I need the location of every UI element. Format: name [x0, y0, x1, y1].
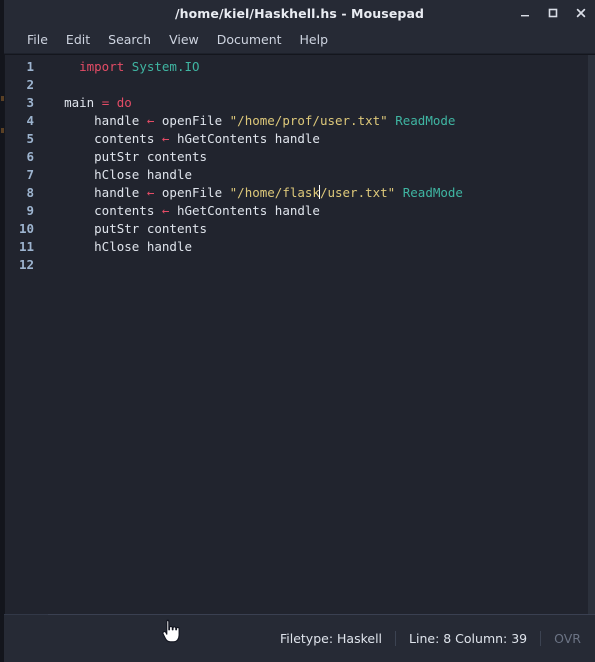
code-token-plain: contents	[94, 131, 155, 146]
editor-area: 1 2 3 4 5 6 7 8 9 10 11 12 import System.IO main = …	[4, 54, 595, 614]
code-token-plain: handle	[94, 113, 140, 128]
code-token-type: ReadMode	[395, 113, 456, 128]
code-token-plain: putStr contents	[94, 149, 208, 164]
code-token-kw: do	[116, 95, 132, 110]
code-token-plain: handle	[94, 185, 140, 200]
status-bar-separator	[48, 614, 595, 615]
code-token-str: /user.txt"	[319, 185, 396, 200]
code-line: import System.IO	[49, 58, 595, 76]
code-token-kw: import	[79, 59, 125, 74]
window-controls	[518, 0, 588, 26]
menu-item-help[interactable]: Help	[291, 30, 338, 49]
code-token-str: "/home/flask	[229, 185, 320, 200]
title-bar: /home/kiel/Haskhell.hs - Mousepad	[4, 0, 595, 26]
status-overwrite-mode[interactable]: OVR	[541, 631, 581, 646]
code-token-plain: main	[64, 95, 95, 110]
menu-item-document[interactable]: Document	[208, 30, 291, 49]
code-line: hClose handle	[49, 238, 595, 256]
menu-item-edit[interactable]: Edit	[57, 30, 99, 49]
code-token-type: ReadMode	[402, 185, 463, 200]
code-line: handle ← openFile "/home/flask/user.txt"…	[49, 184, 595, 202]
menu-item-search[interactable]: Search	[99, 30, 160, 49]
code-text-area[interactable]: import System.IO main = do handle ← open…	[41, 55, 595, 614]
line-number-gutter: 1 2 3 4 5 6 7 8 9 10 11 12	[5, 55, 41, 614]
mousepad-window: /home/kiel/Haskhell.hs - Mousepad File E…	[0, 0, 595, 662]
vertical-scrollbar[interactable]	[588, 55, 595, 614]
menu-bar: File Edit Search View Document Help	[4, 26, 595, 54]
minimize-icon[interactable]	[518, 6, 532, 20]
maximize-icon[interactable]	[546, 6, 560, 20]
code-token-plain: openFile	[154, 113, 230, 128]
line-number: 6	[26, 149, 34, 164]
line-number: 1	[26, 59, 34, 74]
line-number: 7	[26, 167, 34, 182]
status-bar-group: Filetype: Haskell Line: 8 Column: 39 OVR	[267, 631, 581, 646]
close-icon[interactable]	[574, 6, 588, 20]
code-line: putStr contents	[49, 220, 595, 238]
line-number: 5	[26, 131, 34, 146]
code-token-str: "/home/prof/user.txt"	[229, 113, 388, 128]
line-number: 4	[26, 113, 34, 128]
line-number: 10	[18, 221, 34, 236]
code-line: hClose handle	[49, 166, 595, 184]
code-token-plain: hGetContents handle	[169, 203, 320, 218]
code-line: main = do	[49, 94, 595, 112]
code-token-plain: hClose handle	[94, 239, 192, 254]
line-number: 9	[26, 203, 34, 218]
line-number: 8	[26, 185, 34, 200]
code-line: putStr contents	[49, 148, 595, 166]
code-token-plain: hClose handle	[94, 167, 192, 182]
code-token-type: System.IO	[131, 59, 200, 74]
code-token-plain: putStr contents	[94, 221, 208, 236]
status-bar: Filetype: Haskell Line: 8 Column: 39 OVR	[4, 614, 595, 662]
code-token-plain: contents	[94, 203, 155, 218]
code-line: contents ← hGetContents handle	[49, 130, 595, 148]
window-title: /home/kiel/Haskhell.hs - Mousepad	[174, 5, 425, 21]
line-number: 12	[18, 257, 34, 272]
code-line: contents ← hGetContents handle	[49, 202, 595, 220]
line-number: 2	[26, 77, 34, 92]
status-filetype: Filetype: Haskell	[279, 631, 383, 646]
code-token-plain: hGetContents handle	[169, 131, 320, 146]
menu-item-file[interactable]: File	[18, 30, 57, 49]
editor-inner[interactable]: 1 2 3 4 5 6 7 8 9 10 11 12 import System.IO main = …	[5, 55, 595, 614]
status-cursor-position: Line: 8 Column: 39	[409, 631, 528, 646]
line-number: 3	[26, 95, 34, 110]
menu-item-view[interactable]: View	[160, 30, 208, 49]
code-line: handle ← openFile "/home/prof/user.txt" …	[49, 112, 595, 130]
line-number: 11	[18, 239, 34, 254]
code-token-plain: openFile	[154, 185, 230, 200]
